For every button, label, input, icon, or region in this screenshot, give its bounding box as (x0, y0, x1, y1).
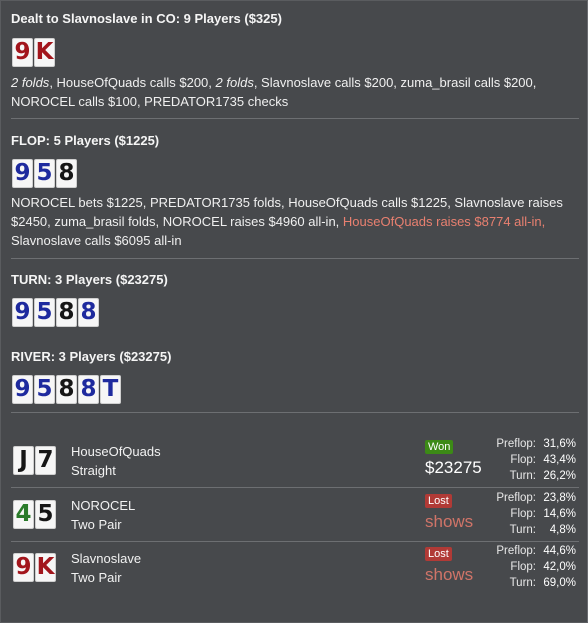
playing-card: 8 (78, 298, 99, 327)
playing-card: 8 (56, 159, 77, 188)
playing-card: 8 (56, 298, 77, 327)
result-row: 9 K Slavnoslave Two Pair Lost shows Preflop: 44… (11, 541, 579, 593)
player-name: NOROCEL (71, 498, 136, 513)
playing-card: 9 (12, 298, 33, 327)
hand-rank: Two Pair (71, 570, 122, 585)
turn-title: TURN: 3 Players ($23275) (11, 272, 168, 287)
preflop-title: Dealt to Slavnoslave in CO: 9 Players ($… (11, 11, 282, 26)
equity-value: 43,4% (543, 454, 576, 466)
turn-cards: 9588 (12, 298, 99, 327)
playing-card: 5 (34, 298, 55, 327)
flop-title: FLOP: 5 Players ($1225) (11, 133, 160, 148)
playing-card: 7 (35, 446, 56, 475)
equity-value: 44,6% (543, 545, 576, 557)
playing-card: K (35, 553, 56, 582)
player-name: Slavnoslave (71, 551, 142, 566)
playing-card: T (100, 375, 121, 404)
river-cards: 9588T (12, 375, 121, 404)
highlighted-action: HouseOfQuads raises $8774 all-in, (342, 214, 546, 229)
player-hole-cards: J7 (13, 446, 56, 475)
playing-card: 5 (34, 159, 55, 188)
playing-card: J (13, 446, 34, 475)
flop-actions-line-1: NOROCEL bets $1225, PREDATOR1735 folds, … (11, 195, 563, 210)
equity-value: 4,8% (549, 524, 576, 536)
river-title: RIVER: 3 Players ($23275) (11, 349, 172, 364)
status-badge: Won (425, 440, 454, 454)
flop-actions-line-2: $2450, zuma_brasil folds, NOROCEL raises… (11, 212, 579, 231)
playing-card: 9 (12, 159, 33, 188)
playing-card: 9 (13, 553, 34, 582)
street-label: Flop: (510, 508, 536, 520)
status-badge: Lost (425, 547, 452, 561)
equity-stat-row: Turn: 4,8% (491, 522, 576, 538)
equity-stats: Preflop: 31,6% Flop: 43,4% Turn: 26,2% (491, 436, 576, 484)
result-row: 4 5 NOROCEL Two Pair Lost shows Preflop: 23,8% F… (11, 488, 579, 540)
equity-value: 23,8% (543, 492, 576, 504)
equity-stats: Preflop: 44,6% Flop: 42,0% Turn: 69,0% (491, 543, 576, 591)
hole-cards: 9K (12, 38, 55, 67)
action-text: , HouseOfQuads calls $200, (49, 75, 216, 90)
folds-label: 2 folds (11, 75, 50, 90)
hand-rank: Straight (71, 463, 116, 478)
street-label: Turn: (509, 470, 536, 482)
playing-card: 9 (12, 38, 33, 67)
playing-card: 5 (35, 500, 56, 529)
street-label: Preflop: (496, 492, 536, 504)
player-hole-cards: 9K (13, 553, 56, 582)
street-label: Turn: (509, 524, 536, 536)
equity-stat-row: Turn: 26,2% (491, 468, 576, 484)
equity-stat-row: Preflop: 44,6% (491, 543, 576, 559)
playing-card: 4 (13, 500, 34, 529)
street-label: Turn: (509, 577, 536, 589)
playing-card: 8 (78, 375, 99, 404)
player-name: HouseOfQuads (71, 444, 161, 459)
equity-value: 26,2% (543, 470, 576, 482)
playing-card: 5 (34, 375, 55, 404)
street-label: Flop: (510, 561, 536, 573)
action-text: , Slavnoslave calls $200, zuma_brasil ca… (253, 75, 537, 90)
equity-stat-row: Flop: 43,4% (491, 452, 576, 468)
player-hole-cards: 45 (13, 500, 56, 529)
hand-rank: Two Pair (71, 517, 122, 532)
equity-stat-row: Turn: 69,0% (491, 575, 576, 591)
equity-value: 31,6% (543, 438, 576, 450)
street-label: Preflop: (496, 545, 536, 557)
flop-cards: 958 (12, 159, 77, 188)
won-amount: $23275 (425, 458, 482, 477)
equity-value: 14,6% (543, 508, 576, 520)
street-label: Flop: (510, 454, 536, 466)
equity-stats: Preflop: 23,8% Flop: 14,6% Turn: 4,8% (491, 490, 576, 538)
playing-card: K (34, 38, 55, 67)
divider (11, 258, 579, 259)
preflop-actions-line-2: NOROCEL calls $100, PREDATOR1735 checks (11, 94, 289, 109)
equity-stat-row: Flop: 14,6% (491, 506, 576, 522)
equity-value: 42,0% (543, 561, 576, 573)
equity-stat-row: Preflop: 23,8% (491, 490, 576, 506)
street-label: Preflop: (496, 438, 536, 450)
status-badge: Lost (425, 494, 452, 508)
shows-label: shows (425, 512, 474, 531)
divider (11, 118, 579, 119)
folds-label: 2 folds (215, 75, 254, 90)
playing-card: 9 (12, 375, 33, 404)
playing-card: 8 (56, 375, 77, 404)
divider (11, 412, 579, 413)
equity-stat-row: Flop: 42,0% (491, 559, 576, 575)
flop-actions-line-3: Slavnoslave calls $6095 all-in (11, 233, 182, 248)
equity-value: 69,0% (543, 577, 576, 589)
shows-label: shows (425, 565, 474, 584)
action-text: $2450, zuma_brasil folds, NOROCEL raises… (11, 214, 343, 229)
equity-stat-row: Preflop: 31,6% (491, 436, 576, 452)
result-row: J 7 HouseOfQuads Straight Won $23275 Preflop: 3… (11, 434, 579, 486)
preflop-actions-line-1: 2 folds, HouseOfQuads calls $200, 2 fold… (11, 73, 579, 92)
